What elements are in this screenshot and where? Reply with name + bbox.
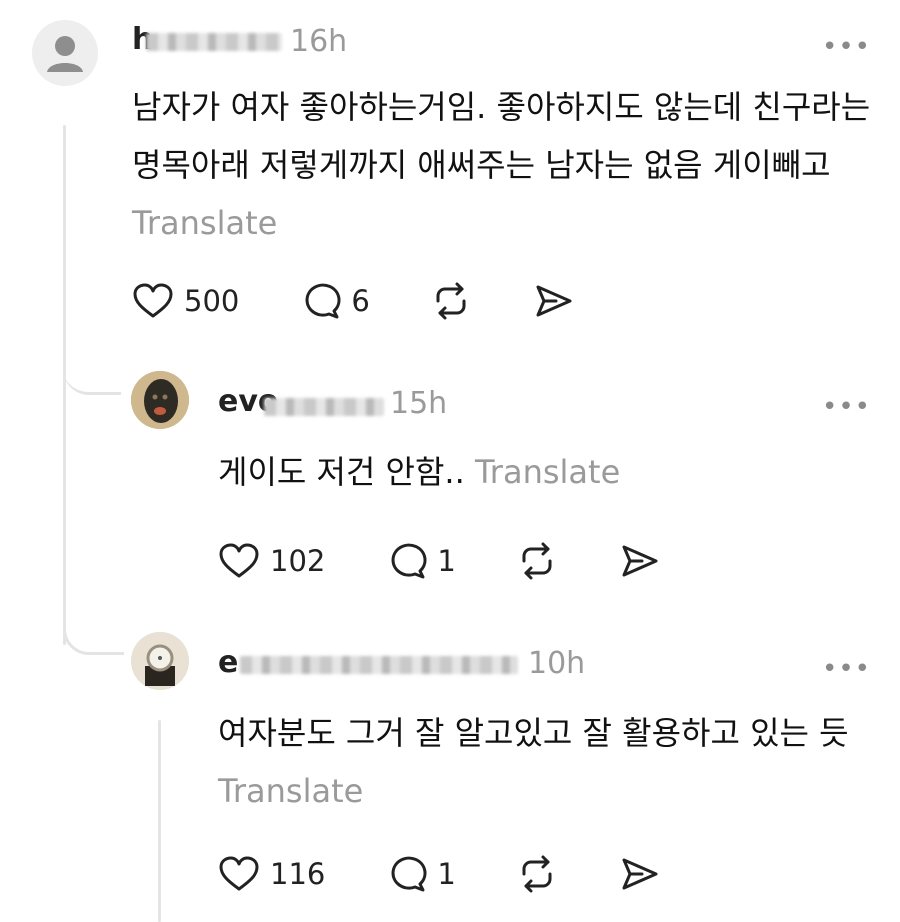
- dog-avatar-icon: [131, 371, 189, 429]
- repost-icon: [522, 542, 552, 580]
- avatar[interactable]: [32, 20, 98, 86]
- reply-count: 6: [351, 284, 370, 318]
- comment-icon: [305, 283, 341, 319]
- more-icon[interactable]: •••: [822, 34, 871, 60]
- comment-text: 게이도 저건 안함..: [218, 453, 465, 491]
- like-count: 102: [270, 544, 326, 578]
- action-bar: 116 1: [218, 854, 720, 894]
- timestamp: 10h: [528, 646, 586, 681]
- action-bar: 102 1: [218, 541, 720, 581]
- like-button[interactable]: 102: [218, 542, 325, 580]
- comment-text: 남자가 여자 좋아하는거임. 좋아하지도 않는데 친구라는 명목아래 저렇게까지…: [132, 88, 871, 184]
- reply-count: 1: [437, 544, 456, 578]
- username-redacted: [264, 398, 384, 416]
- more-icon[interactable]: •••: [822, 656, 871, 682]
- person-avatar-icon: [47, 36, 83, 72]
- thread-line-main: [63, 125, 66, 645]
- like-count: 500: [184, 284, 240, 318]
- thread-connector-2: [63, 598, 124, 655]
- comment-icon: [391, 856, 427, 892]
- timestamp: 16h: [290, 24, 348, 59]
- translate-link[interactable]: Translate: [475, 453, 620, 491]
- reply-count: 1: [437, 857, 456, 891]
- username-redacted: [146, 33, 282, 51]
- repost-icon: [522, 855, 552, 893]
- reply-button[interactable]: 6: [299, 281, 370, 321]
- username-redacted: [240, 656, 518, 674]
- repost-button[interactable]: [516, 541, 558, 581]
- like-button[interactable]: 500: [132, 282, 239, 320]
- username[interactable]: e: [218, 645, 238, 680]
- like-button[interactable]: 116: [218, 855, 325, 893]
- heart-icon: [219, 856, 259, 891]
- comment-body: 게이도 저건 안함.. Translate: [218, 443, 868, 501]
- comment-body: 여자분도 그거 잘 알고있고 잘 활용하고 있는 듯 Translate: [218, 704, 868, 820]
- share-button[interactable]: [618, 541, 660, 581]
- share-button[interactable]: [532, 281, 574, 321]
- more-icon[interactable]: •••: [822, 394, 871, 420]
- timestamp: 15h: [390, 386, 448, 421]
- share-button[interactable]: [618, 854, 660, 894]
- comment-body: 남자가 여자 좋아하는거임. 좋아하지도 않는데 친구라는 명목아래 저렇게까지…: [132, 78, 872, 252]
- heart-icon: [133, 283, 173, 318]
- action-bar: 500 6: [132, 281, 634, 321]
- watch-avatar-icon: [131, 632, 189, 690]
- avatar[interactable]: [131, 371, 189, 429]
- repost-icon: [436, 282, 466, 320]
- repost-button[interactable]: [516, 854, 558, 894]
- comment-icon: [391, 543, 427, 579]
- reply-button[interactable]: 1: [385, 541, 456, 581]
- thread-line-reply-2: [158, 720, 161, 922]
- send-icon: [536, 285, 572, 317]
- comment-text: 여자분도 그거 잘 알고있고 잘 활용하고 있는 듯: [218, 714, 849, 752]
- translate-link[interactable]: Translate: [132, 204, 277, 242]
- translate-link[interactable]: Translate: [218, 772, 363, 810]
- reply-button[interactable]: 1: [385, 854, 456, 894]
- like-count: 116: [270, 857, 326, 891]
- send-icon: [622, 545, 658, 577]
- avatar[interactable]: [131, 632, 189, 690]
- heart-icon: [219, 543, 259, 578]
- repost-button[interactable]: [430, 281, 472, 321]
- send-icon: [622, 858, 658, 890]
- thread-connector-1: [63, 330, 121, 395]
